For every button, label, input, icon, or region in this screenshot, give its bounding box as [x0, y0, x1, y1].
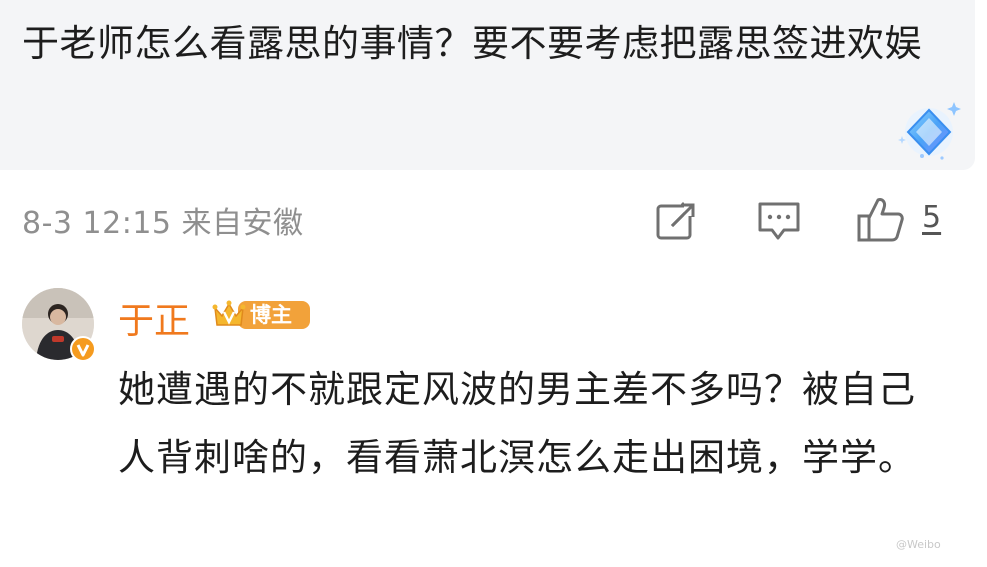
username[interactable]: 于正	[118, 292, 190, 344]
thumbs-up-icon[interactable]	[856, 194, 906, 244]
sparkle-diamond-icon[interactable]	[892, 96, 966, 162]
reply-text: 她遭遇的不就跟定风波的男主差不多吗？被自己人背刺啥的，看看萧北溟怎么走出困境，学…	[118, 368, 916, 479]
quoted-comment-text: 于老师怎么看露思的事情？要不要考虑把露思签进欢娱	[22, 22, 922, 65]
watermark: @Weibo	[896, 538, 941, 551]
comment-icon[interactable]	[756, 198, 802, 244]
comment-meta: 8-3 12:15 来自安徽	[22, 206, 304, 241]
weibo-comment-screenshot: 于老师怎么看露思的事情？要不要考虑把露思签进欢娱 8-3 12:15 来自安徽	[0, 0, 987, 567]
verified-icon	[70, 336, 96, 362]
share-icon[interactable]	[654, 198, 700, 244]
like-count[interactable]: 5	[922, 200, 941, 235]
host-badge-label: 博主	[250, 303, 292, 327]
quoted-comment-card[interactable]: 于老师怎么看露思的事情？要不要考虑把露思签进欢娱	[0, 0, 975, 170]
